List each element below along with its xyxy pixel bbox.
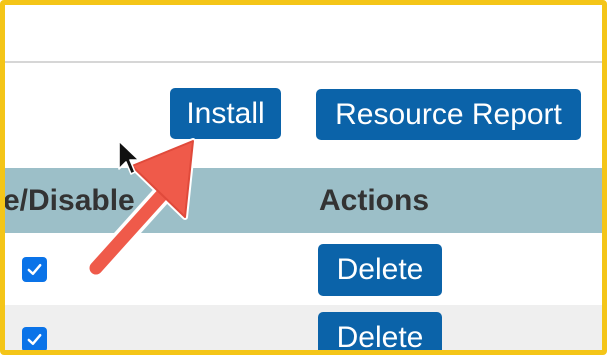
admin-page: Install Resource Report e/Disable Action… (5, 5, 602, 350)
mouse-pointer-icon (118, 140, 140, 175)
red-arrow-annotation-icon (86, 138, 196, 278)
